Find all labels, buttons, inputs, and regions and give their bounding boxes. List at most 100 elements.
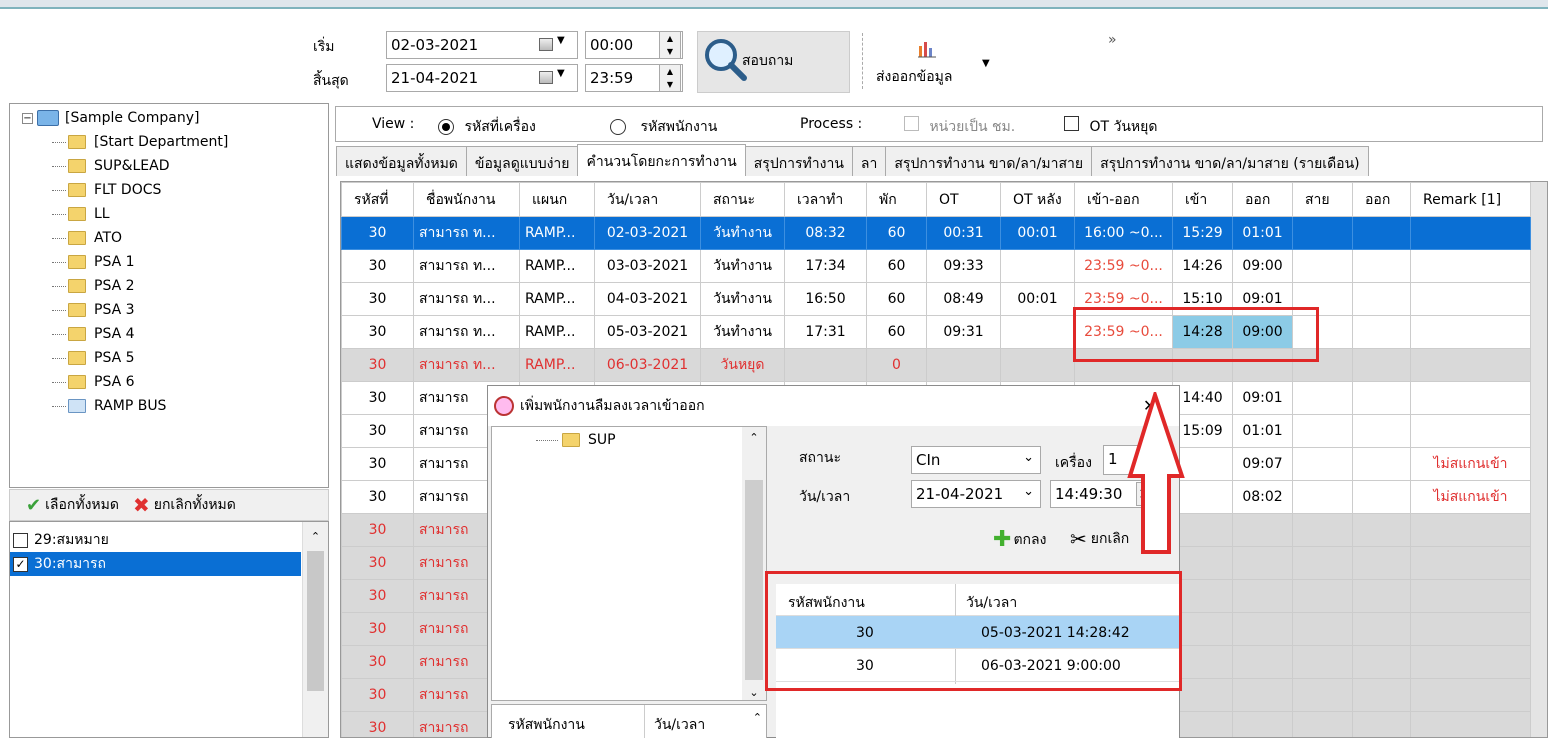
- tree-item[interactable]: LL: [52, 202, 328, 226]
- column-header[interactable]: สาย: [1292, 182, 1353, 217]
- tree-item[interactable]: RAMP BUS: [52, 394, 328, 418]
- column-header[interactable]: สถานะ: [700, 182, 785, 217]
- radio-checked-icon[interactable]: [438, 119, 454, 135]
- scrollbar[interactable]: ⌃: [302, 522, 328, 737]
- tree-item[interactable]: PSA 3: [52, 298, 328, 322]
- tree-root[interactable]: − [Sample Company]: [22, 106, 328, 130]
- tree-item[interactable]: ATO: [52, 226, 328, 250]
- caret-down-icon[interactable]: ▼: [982, 58, 990, 69]
- column-header[interactable]: OT: [926, 182, 1001, 217]
- status-label: สถานะ: [799, 450, 841, 466]
- end-time-spinner[interactable]: ▲ ▼: [659, 64, 681, 92]
- tab[interactable]: สรุปการทำงาน: [744, 146, 853, 176]
- checkbox-icon[interactable]: [13, 532, 28, 548]
- select-all-button[interactable]: เลือกทั้งหมด: [45, 494, 119, 516]
- start-time-value: 00:00: [590, 36, 634, 54]
- column-header[interactable]: OT หลัง: [1000, 182, 1075, 217]
- table-cell: [1410, 645, 1531, 679]
- table-cell: ไม่สแกนเข้า: [1410, 480, 1531, 514]
- dialog-titlebar: เพิ่มพนักงานลืมลงเวลาเข้าออก ✕: [488, 386, 1179, 426]
- table-cell: 02-03-2021: [594, 216, 701, 250]
- column-header[interactable]: วัน/เวลา: [594, 182, 701, 217]
- table-cell: [1352, 678, 1411, 712]
- tree-item[interactable]: PSA 5: [52, 346, 328, 370]
- tree-item-label: PSA 2: [94, 278, 135, 294]
- checkbox-icon[interactable]: [904, 116, 919, 131]
- computer-icon: [37, 110, 59, 126]
- column-header[interactable]: เข้า-ออก: [1074, 182, 1173, 217]
- calendar-icon[interactable]: [539, 71, 553, 84]
- table-cell: สามารถ ท...: [413, 348, 520, 382]
- collapse-icon[interactable]: −: [22, 112, 33, 124]
- chevron-down-icon[interactable]: ▼: [557, 35, 565, 46]
- checkbox-icon[interactable]: ✓: [13, 556, 28, 572]
- column-header[interactable]: แผนก: [519, 182, 595, 217]
- radio-unchecked-icon[interactable]: [610, 119, 626, 135]
- calendar-icon[interactable]: [539, 38, 553, 51]
- table-cell: สามารถ ท...: [413, 282, 520, 316]
- tree-item[interactable]: [Start Department]: [52, 130, 328, 154]
- view-option-machine[interactable]: รหัสที่เครื่อง: [438, 116, 536, 138]
- dialog-date-picker[interactable]: 21-04-2021 ⌄: [911, 480, 1041, 508]
- dialog-tree-item[interactable]: SUP: [536, 432, 616, 448]
- scroll-thumb[interactable]: [307, 551, 324, 691]
- start-date-picker[interactable]: 02-03-2021 ▼: [386, 31, 578, 59]
- employee-item[interactable]: 29:สมหมาย: [10, 528, 301, 552]
- table-row[interactable]: 30 สามารถ ท... RAMP... 06-03-2021 วันหยุด 0: [341, 348, 1531, 382]
- ok-button[interactable]: ✚ ตกลง: [993, 527, 1046, 552]
- tab[interactable]: สรุปการทำงาน ขาด/ลา/มาสาย (รายเดือน): [1091, 146, 1369, 176]
- column-header[interactable]: พัก: [866, 182, 927, 217]
- chevron-down-icon[interactable]: ⌄: [1023, 484, 1034, 499]
- table-row[interactable]: 30 สามารถ ท... RAMP... 04-03-2021 วันทำงาน 16…: [341, 282, 1531, 316]
- cancel-button[interactable]: ✂ ยกเลิก: [1070, 527, 1129, 551]
- employee-list: 29:สมหมาย ✓ 30:สามารถ ⌃: [9, 521, 329, 738]
- export-button[interactable]: ส่งออกข้อมูล ▼: [876, 40, 996, 90]
- table-row[interactable]: 30 สามารถ ท... RAMP... 03-03-2021 วันทำงาน 17…: [341, 249, 1531, 283]
- tab[interactable]: สรุปการทำงาน ขาด/ลา/มาสาย: [885, 146, 1093, 176]
- toolbar-overflow-icon[interactable]: »: [1108, 32, 1117, 48]
- checkbox-icon[interactable]: [1064, 116, 1079, 131]
- employee-item[interactable]: ✓ 30:สามารถ: [10, 552, 301, 576]
- tab[interactable]: คำนวนโดยกะการทำงาน: [577, 144, 746, 176]
- scroll-up-icon[interactable]: ⌃: [303, 530, 328, 543]
- end-date-picker[interactable]: 21-04-2021 ▼: [386, 64, 578, 92]
- query-button[interactable]: สอบถาม: [697, 31, 850, 93]
- scrollbar[interactable]: ⌃ ⌄: [742, 427, 766, 700]
- tree-item[interactable]: PSA 2: [52, 274, 328, 298]
- view-option-employee[interactable]: รหัสพนักงาน: [610, 116, 717, 138]
- tree-item-label: PSA 3: [94, 302, 135, 318]
- scroll-up-icon[interactable]: ⌃: [742, 431, 766, 444]
- tree-item[interactable]: SUP&LEAD: [52, 154, 328, 178]
- start-label: เริ่ม: [313, 39, 335, 55]
- table-cell: วันทำงาน: [700, 282, 785, 316]
- table-cell: [1410, 315, 1531, 349]
- column-header[interactable]: เข้า: [1172, 182, 1233, 217]
- status-select[interactable]: CIn ⌄: [911, 446, 1041, 474]
- column-header[interactable]: เวลาทำ: [784, 182, 867, 217]
- column-header[interactable]: Remark [1]: [1410, 182, 1531, 217]
- view-option-machine-label: รหัสที่เครื่อง: [464, 119, 536, 135]
- ot-holiday-checkbox[interactable]: OT วันหยุด: [1061, 116, 1157, 138]
- tree-item[interactable]: FLT DOCS: [52, 178, 328, 202]
- folder-icon: [68, 375, 86, 389]
- chevron-down-icon[interactable]: ⌄: [1023, 450, 1034, 465]
- chevron-down-icon[interactable]: ▼: [557, 68, 565, 79]
- start-time-spinner[interactable]: ▲ ▼: [659, 31, 681, 59]
- column-header[interactable]: ออก: [1352, 182, 1411, 217]
- column-header[interactable]: รหัสที่: [341, 182, 414, 217]
- tab[interactable]: ข้อมูลดูแบบง่าย: [465, 146, 579, 176]
- scroll-thumb[interactable]: [745, 480, 763, 680]
- tree-item[interactable]: PSA 1: [52, 250, 328, 274]
- scroll-down-icon[interactable]: ⌄: [742, 686, 766, 699]
- tree-item[interactable]: PSA 6: [52, 370, 328, 394]
- column-header[interactable]: ออก: [1232, 182, 1293, 217]
- tree-item[interactable]: PSA 4: [52, 322, 328, 346]
- unit-hours-checkbox[interactable]: หน่วยเป็น ชม.: [901, 116, 1015, 138]
- table-row[interactable]: 30 สามารถ ท... RAMP... 05-03-2021 วันทำงาน 17…: [341, 315, 1531, 349]
- scroll-up-icon[interactable]: ⌃: [753, 711, 762, 724]
- column-header[interactable]: ชื่อพนักงาน: [413, 182, 520, 217]
- deselect-all-button[interactable]: ยกเลิกทั้งหมด: [154, 494, 236, 516]
- tab[interactable]: แสดงข้อมูลทั้งหมด: [336, 146, 467, 176]
- tab[interactable]: ลา: [851, 146, 887, 176]
- table-row[interactable]: 30 สามารถ ท... RAMP... 02-03-2021 วันทำงาน 08…: [341, 216, 1531, 250]
